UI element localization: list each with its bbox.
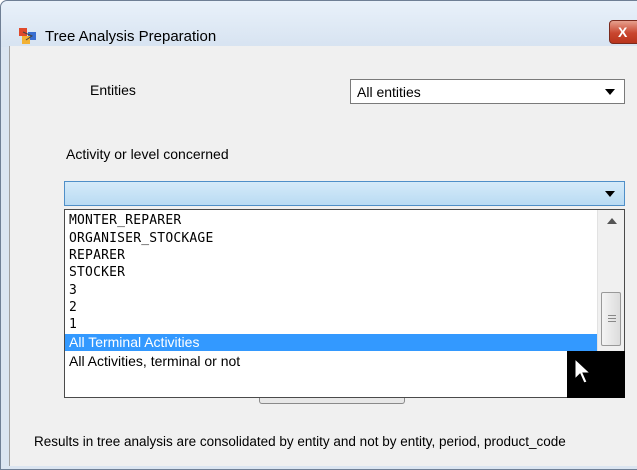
list-item[interactable]: 1 <box>65 316 597 333</box>
list-item[interactable]: ORGANISER_STOCKAGE <box>65 230 597 247</box>
chevron-down-icon[interactable] <box>605 89 615 95</box>
cursor-overlay <box>567 351 625 398</box>
list-item[interactable]: 2 <box>65 299 597 316</box>
list-item-selected[interactable]: All Terminal Activities <box>65 334 597 351</box>
scroll-thumb[interactable] <box>601 292 621 346</box>
close-icon: X <box>618 24 628 40</box>
list-item[interactable]: MONTER_REPARER <box>65 212 597 229</box>
activity-options-list[interactable]: MONTER_REPARER ORGANISER_STOCKAGE REPARE… <box>64 209 625 398</box>
mouse-cursor-icon <box>574 357 592 384</box>
activity-dropdown[interactable] <box>64 181 625 206</box>
footer-note: Results in tree analysis are consolidate… <box>34 434 566 449</box>
title-bar[interactable]: Tree Analysis Preparation X <box>1 1 637 47</box>
entities-label: Entities <box>90 82 136 98</box>
grip-line <box>608 315 616 316</box>
list-item[interactable]: STOCKER <box>65 264 597 281</box>
entities-dropdown[interactable]: All entities <box>350 79 625 104</box>
grip-line <box>608 318 616 319</box>
app-icon <box>19 28 36 44</box>
list-item[interactable]: All Activities, terminal or not <box>65 353 597 370</box>
scroll-up-icon[interactable] <box>607 218 617 224</box>
grip-line <box>608 321 616 322</box>
list-item[interactable]: REPARER <box>65 247 597 264</box>
close-button[interactable]: X <box>609 20 637 44</box>
chevron-down-icon[interactable] <box>605 191 615 197</box>
window-title: Tree Analysis Preparation <box>45 28 217 45</box>
activity-label: Activity or level concerned <box>66 146 229 162</box>
list-item[interactable]: 3 <box>65 282 597 299</box>
entities-selected-value: All entities <box>357 84 421 100</box>
